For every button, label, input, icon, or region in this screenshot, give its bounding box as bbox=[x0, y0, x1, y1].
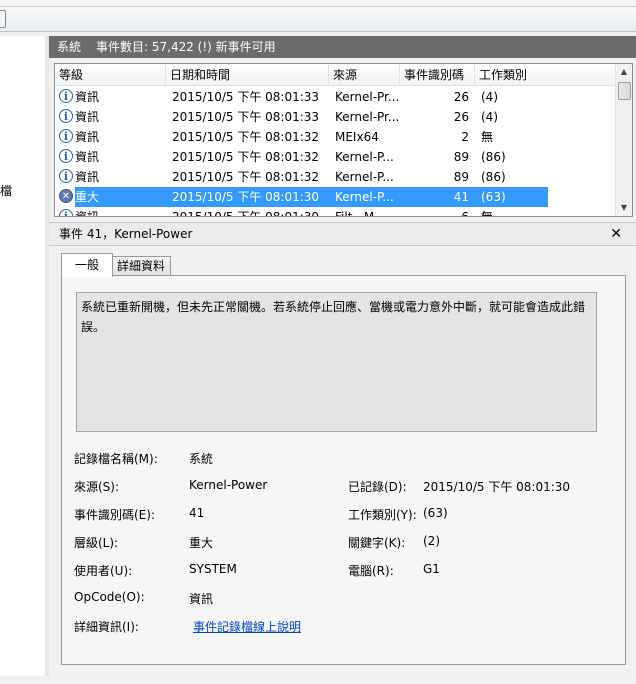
label-log-name: 記錄檔名稱(M): bbox=[74, 452, 158, 466]
event-detail-bar: 事件 41，Kernel-Power ✕ bbox=[49, 222, 636, 246]
event-description[interactable]: 系統已重新開機，但未先正常關機。若系統停止回應、當機或電力意外中斷，就可能會造成… bbox=[76, 292, 597, 432]
cell-task: (4) bbox=[481, 90, 498, 104]
cell-task: 無 bbox=[481, 130, 494, 144]
cell-source: Kernel-Pr... bbox=[335, 90, 400, 104]
left-nav-pane[interactable]: 檔 bbox=[0, 36, 46, 676]
tab-details[interactable]: 詳細資料 bbox=[111, 256, 171, 276]
label-opcode: OpCode(O): bbox=[74, 590, 145, 604]
label-computer: 電腦(R): bbox=[348, 564, 394, 578]
column-header-task[interactable]: 工作類別 bbox=[475, 64, 616, 86]
label-source: 來源(S): bbox=[74, 480, 120, 494]
table-row[interactable]: i 資訊 2015/10/5 下午 08:01:30 Filt...M 6 無 bbox=[55, 207, 616, 217]
cell-level: 資訊 bbox=[75, 110, 100, 124]
more-info-link[interactable]: 事件記錄檔線上說明 bbox=[193, 618, 301, 635]
window-top-strip bbox=[0, 0, 636, 7]
label-level: 層級(L): bbox=[74, 536, 119, 550]
vertical-scrollbar[interactable]: ▲ ▼ bbox=[615, 64, 632, 216]
column-header-level[interactable]: 等級 bbox=[55, 64, 166, 86]
toolbar-button[interactable] bbox=[0, 10, 6, 28]
cell-event-id: 41 bbox=[453, 190, 469, 204]
scroll-down-icon[interactable]: ▼ bbox=[617, 201, 631, 215]
value-computer[interactable]: G1 bbox=[423, 562, 440, 576]
general-tab-panel: 系統已重新開機，但未先正常關機。若系統停止回應、當機或電力意外中斷，就可能會造成… bbox=[61, 275, 626, 665]
label-task: 工作類別(Y): bbox=[348, 508, 417, 522]
table-row[interactable]: i 資訊 2015/10/5 下午 08:01:32 MEIx64 2 無 bbox=[55, 127, 616, 147]
info-icon: i bbox=[59, 129, 73, 143]
cell-source: Filt...M bbox=[335, 210, 375, 217]
cell-event-id: 6 bbox=[461, 210, 469, 217]
value-opcode[interactable]: 資訊 bbox=[189, 590, 213, 607]
value-user[interactable]: SYSTEM bbox=[189, 562, 237, 576]
cell-datetime: 2015/10/5 下午 08:01:32 bbox=[172, 130, 320, 144]
cell-event-id: 89 bbox=[453, 150, 469, 164]
cell-event-id: 2 bbox=[461, 130, 469, 144]
event-list[interactable]: 等級 日期和時間 來源 事件識別碼 工作類別 i 資訊 2015/10/5 下午 0… bbox=[54, 63, 633, 217]
cell-event-id: 26 bbox=[453, 90, 469, 104]
info-icon: i bbox=[59, 109, 73, 123]
cell-datetime: 2015/10/5 下午 08:01:33 bbox=[172, 110, 320, 124]
cell-level: 資訊 bbox=[75, 170, 100, 184]
cell-source: Kernel-P... bbox=[335, 170, 394, 184]
value-level[interactable]: 重大 bbox=[189, 534, 213, 551]
critical-icon: ✕ bbox=[59, 189, 73, 203]
cell-datetime: 2015/10/5 下午 08:01:32 bbox=[172, 150, 320, 164]
label-logged: 已記錄(D): bbox=[348, 480, 407, 494]
cell-task: (63) bbox=[481, 190, 506, 204]
cell-datetime: 2015/10/5 下午 08:01:32 bbox=[172, 170, 320, 184]
table-row[interactable]: i 資訊 2015/10/5 下午 08:01:33 Kernel-Pr... 26 (4… bbox=[55, 107, 616, 127]
cell-level: 資訊 bbox=[75, 130, 100, 144]
label-event-id: 事件識別碼(E): bbox=[74, 508, 155, 522]
column-header-event-id[interactable]: 事件識別碼 bbox=[400, 64, 475, 86]
label-user: 使用者(U): bbox=[74, 564, 133, 578]
table-row[interactable]: i 資訊 2015/10/5 下午 08:01:32 Kernel-P... 89 (86… bbox=[55, 167, 616, 187]
cell-datetime: 2015/10/5 下午 08:01:33 bbox=[172, 90, 320, 104]
cell-level: 重大 bbox=[75, 190, 100, 204]
column-header-datetime[interactable]: 日期和時間 bbox=[166, 64, 329, 86]
cell-task: (86) bbox=[481, 170, 506, 184]
log-name: 系統 bbox=[57, 40, 82, 54]
event-detail-title: 事件 41，Kernel-Power bbox=[59, 227, 193, 241]
cell-task: 無 bbox=[481, 210, 494, 217]
cell-source: Kernel-P... bbox=[335, 190, 394, 204]
cell-source: Kernel-P... bbox=[335, 150, 394, 164]
value-logged[interactable]: 2015/10/5 下午 08:01:30 bbox=[423, 478, 570, 495]
info-icon: i bbox=[59, 209, 73, 216]
cell-datetime: 2015/10/5 下午 08:01:30 bbox=[172, 190, 320, 204]
cell-event-id: 26 bbox=[453, 110, 469, 124]
label-more-info: 詳細資訊(I): bbox=[74, 620, 139, 634]
main-pane: 系統 事件數目: 57,422 (!) 新事件可用 等級 日期和時間 來源 事件… bbox=[49, 36, 636, 676]
tab-general[interactable]: 一般 bbox=[61, 253, 113, 277]
scroll-up-icon[interactable]: ▲ bbox=[617, 65, 631, 79]
cell-source: MEIx64 bbox=[335, 130, 379, 144]
cell-level: 資訊 bbox=[75, 90, 100, 104]
cell-task: (4) bbox=[481, 110, 498, 124]
info-icon: i bbox=[59, 89, 73, 103]
label-keywords: 關鍵字(K): bbox=[348, 536, 406, 550]
cell-datetime: 2015/10/5 下午 08:01:30 bbox=[172, 210, 320, 217]
info-icon: i bbox=[59, 169, 73, 183]
value-event-id[interactable]: 41 bbox=[189, 506, 204, 520]
log-header: 系統 事件數目: 57,422 (!) 新事件可用 bbox=[49, 36, 636, 58]
value-source[interactable]: Kernel-Power bbox=[189, 478, 267, 492]
table-row[interactable]: i 資訊 2015/10/5 下午 08:01:33 Kernel-Pr... 26 (4… bbox=[55, 87, 616, 107]
close-icon[interactable]: ✕ bbox=[610, 223, 622, 245]
value-log-name[interactable]: 系統 bbox=[189, 450, 213, 467]
info-icon: i bbox=[59, 149, 73, 163]
cell-source: Kernel-Pr... bbox=[335, 110, 400, 124]
table-row[interactable]: ✕ 重大 2015/10/5 下午 08:01:30 Kernel-P... 41 (63… bbox=[55, 187, 616, 207]
column-header-source[interactable]: 來源 bbox=[329, 64, 400, 86]
toolbar bbox=[0, 7, 636, 32]
cell-level: 資訊 bbox=[75, 210, 100, 217]
cell-event-id: 89 bbox=[453, 170, 469, 184]
table-row[interactable]: i 資訊 2015/10/5 下午 08:01:32 Kernel-P... 89 (86… bbox=[55, 147, 616, 167]
value-task[interactable]: (63) bbox=[423, 506, 448, 520]
cell-level: 資訊 bbox=[75, 150, 100, 164]
event-count: 事件數目: 57,422 (!) 新事件可用 bbox=[96, 40, 276, 54]
left-nav-item-label[interactable]: 檔 bbox=[0, 182, 12, 199]
scroll-thumb[interactable] bbox=[618, 82, 631, 100]
value-keywords[interactable]: (2) bbox=[423, 534, 440, 548]
cell-task: (86) bbox=[481, 150, 506, 164]
